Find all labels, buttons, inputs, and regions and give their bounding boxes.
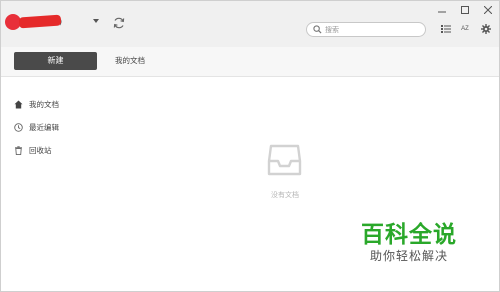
sidebar-item-my-documents[interactable]: 我的文档: [14, 98, 59, 110]
top-bar: eg) AZ: [1, 1, 499, 47]
maximize-icon[interactable]: [460, 5, 470, 15]
trash-icon: [14, 145, 23, 155]
home-icon: [14, 100, 23, 109]
sidebar-item-label: 回收站: [29, 145, 52, 155]
search-icon: [313, 25, 322, 34]
minimize-icon[interactable]: [437, 5, 447, 15]
tab-my-documents[interactable]: 我的文档: [115, 52, 145, 70]
inbox-tray-icon: [267, 144, 302, 176]
sidebar-item-trash[interactable]: 回收站: [14, 144, 52, 156]
new-button[interactable]: 新建: [14, 52, 97, 70]
gear-icon[interactable]: [480, 23, 492, 35]
list-view-icon[interactable]: [440, 23, 452, 35]
search-box[interactable]: [306, 22, 426, 37]
watermark-title: 百科全说: [361, 222, 457, 248]
action-bar: 新建 我的文档: [1, 47, 499, 77]
app-window: eg) AZ: [0, 0, 500, 292]
sync-icon[interactable]: [112, 15, 126, 29]
close-icon[interactable]: [483, 5, 493, 15]
sidebar-item-label: 我的文档: [29, 99, 59, 109]
sort-label: AZ: [461, 26, 469, 32]
sort-az-icon[interactable]: AZ: [459, 23, 471, 35]
chevron-down-icon[interactable]: [93, 19, 99, 23]
sidebar: 我的文档 最近编辑 回收站: [1, 78, 131, 292]
sidebar-item-recent[interactable]: 最近编辑: [14, 121, 59, 133]
search-input[interactable]: [325, 23, 421, 36]
watermark: 百科全说 助你轻松解决: [350, 209, 468, 271]
empty-state-message: 没有文档: [271, 191, 299, 199]
clock-icon: [14, 122, 23, 132]
watermark-subtitle: 助你轻松解决: [369, 249, 448, 263]
sidebar-item-label: 最近编辑: [29, 122, 59, 132]
